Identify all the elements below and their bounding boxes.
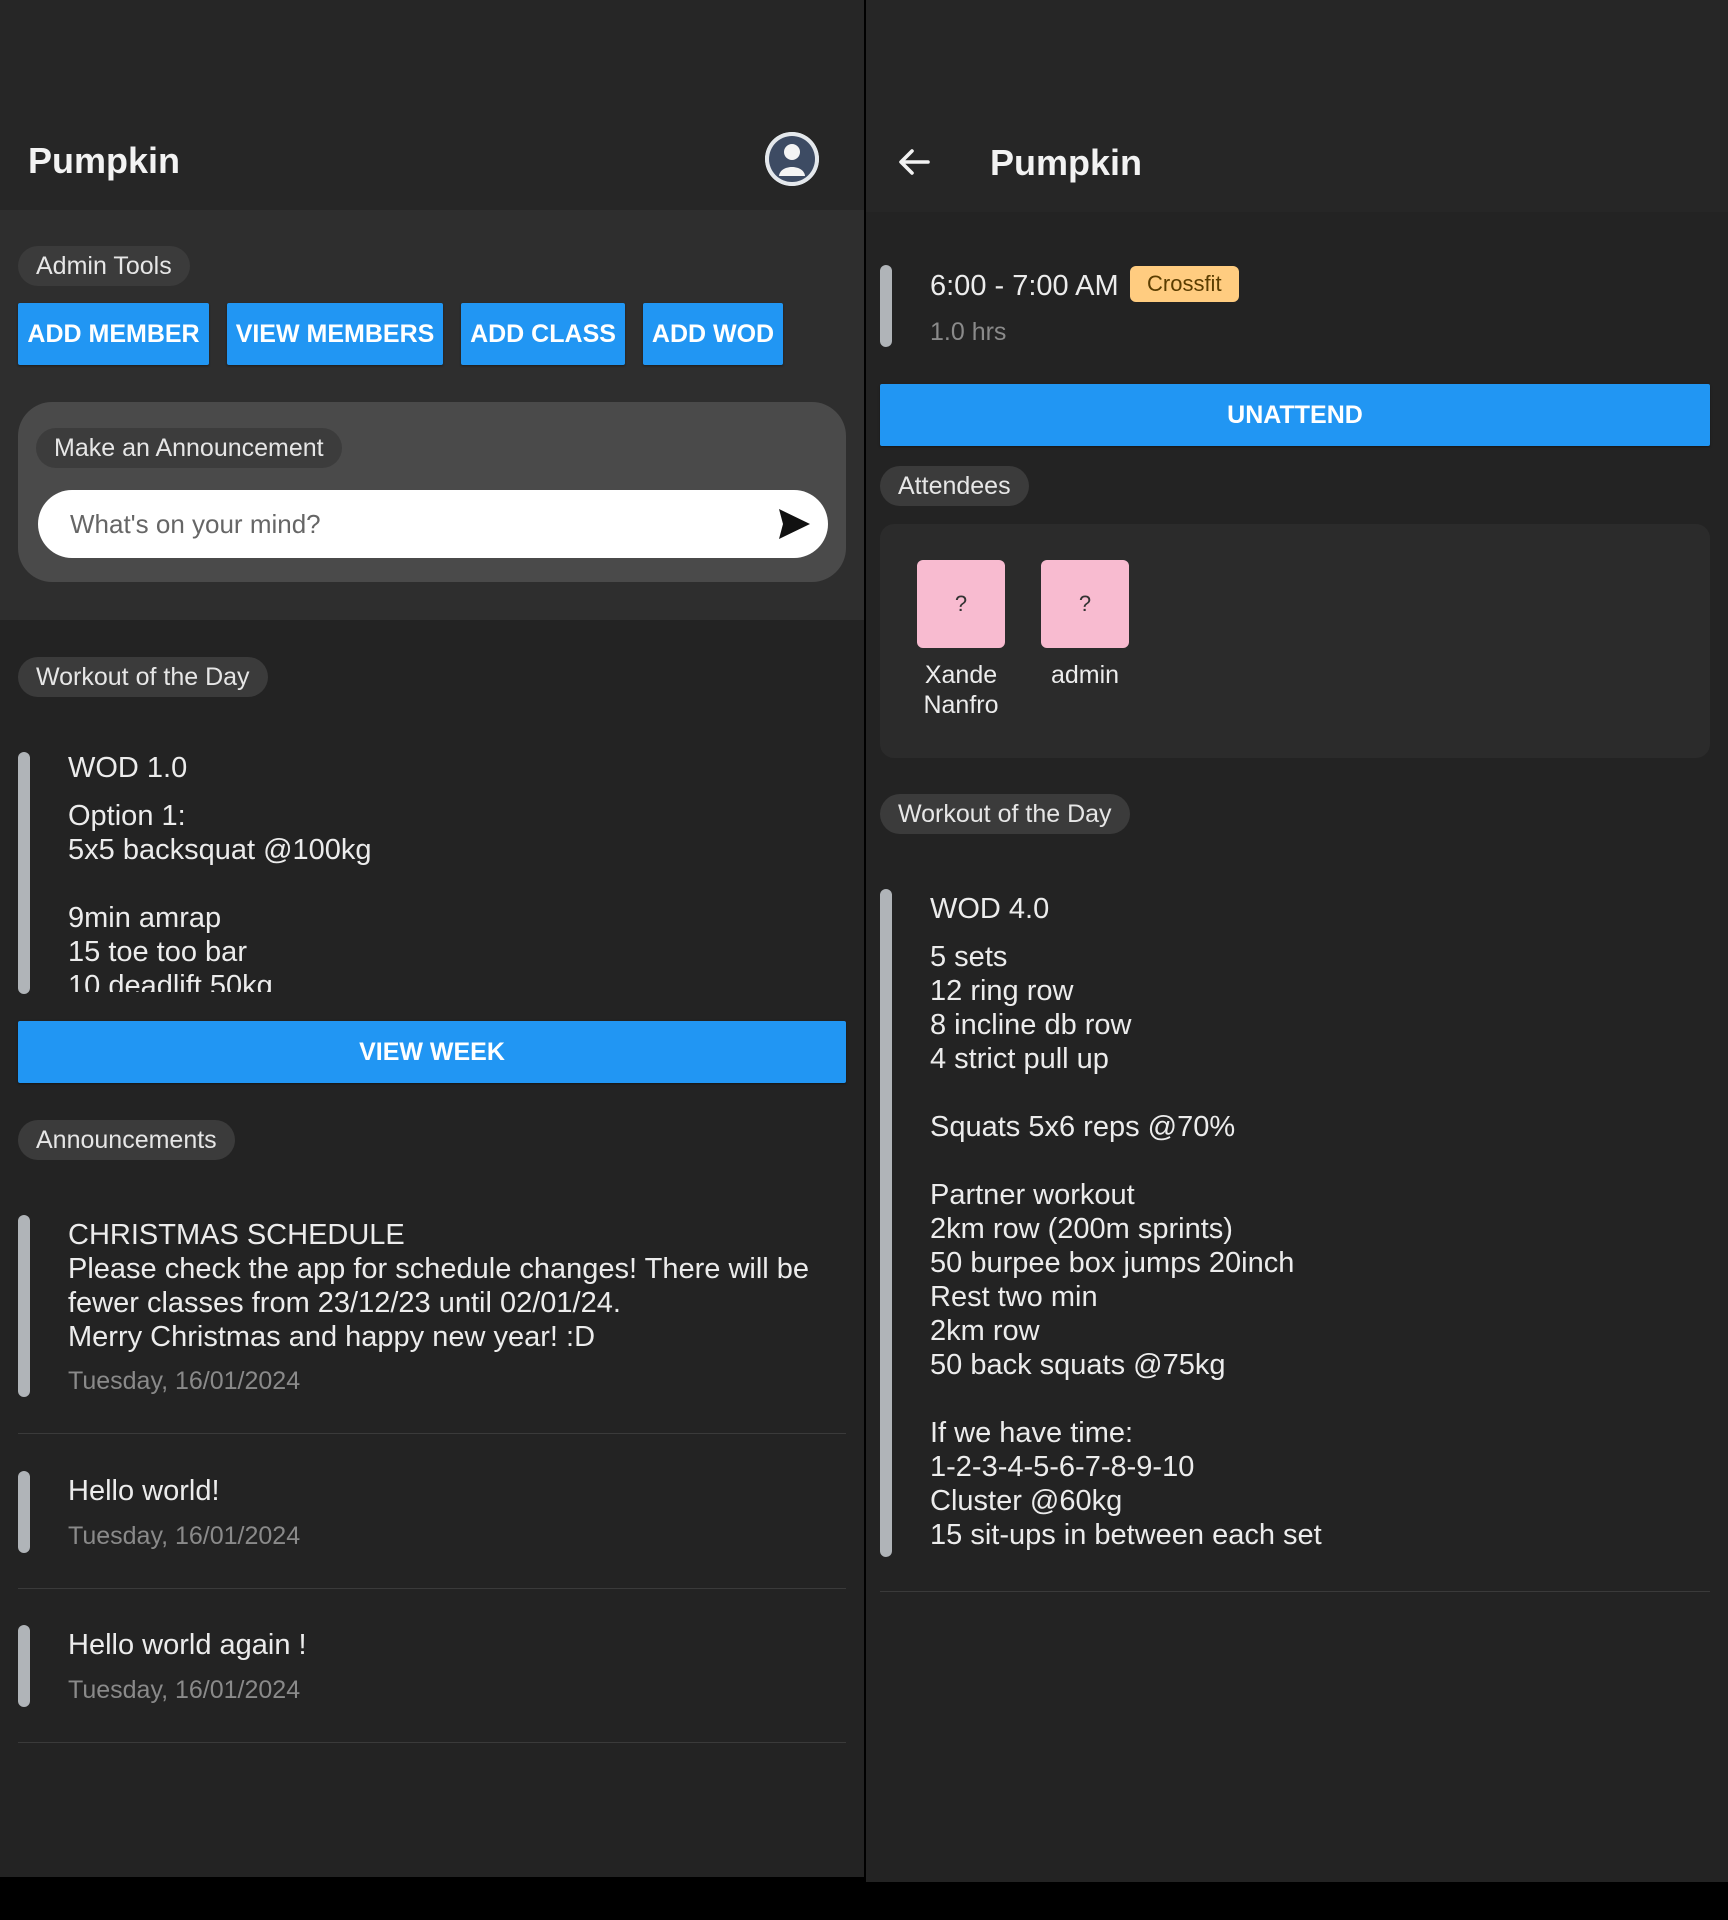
system-nav-bar: [0, 1877, 864, 1920]
announcement-text: Hello world!: [68, 1475, 220, 1507]
announcement-text: CHRISTMAS SCHEDULE Please check the app …: [68, 1219, 810, 1353]
arrow-left-icon[interactable]: [894, 142, 934, 182]
wod-accent-bar: [880, 889, 892, 1557]
announcement-text: Hello world again !: [68, 1629, 307, 1661]
announcement-input-field[interactable]: [38, 490, 828, 558]
app-bar: Pumpkin: [0, 0, 864, 210]
make-announcement-label: Make an Announcement: [36, 428, 342, 468]
app-title: Pumpkin: [990, 142, 1143, 183]
wod-label: Workout of the Day: [18, 657, 268, 697]
add-wod-button[interactable]: ADD WOD: [643, 303, 783, 365]
announcement-form: Make an Announcement: [18, 402, 846, 582]
wod-card: WOD 4.0 5 sets 12 ring row 8 incline db …: [930, 893, 1710, 1552]
announcement-accent-bar: [18, 1471, 30, 1553]
attendee-name: admin: [1050, 661, 1120, 689]
add-class-button[interactable]: ADD CLASS: [461, 303, 625, 365]
system-nav-bar: [866, 1882, 1728, 1920]
divider: [18, 1742, 846, 1743]
announcements-label: Announcements: [18, 1120, 235, 1160]
announcement-date: Tuesday, 16/01/2024: [68, 1367, 301, 1395]
attendee-name: Xande Nanfro: [923, 661, 999, 719]
announcement-accent-bar: [18, 1215, 30, 1397]
admin-tools-label: Admin Tools: [18, 246, 190, 286]
attendee[interactable]: ? Xande Nanfro: [906, 560, 1016, 720]
announcement-date: Tuesday, 16/01/2024: [68, 1676, 301, 1704]
announcement-accent-bar: [18, 1625, 30, 1707]
profile-avatar-icon[interactable]: [765, 132, 819, 186]
home-screen: Pumpkin Admin Tools ADD MEMBER VIEW MEMB…: [0, 0, 864, 1920]
app-title: Pumpkin: [28, 140, 181, 181]
class-type-tag: Crossfit: [1130, 266, 1239, 302]
view-members-button[interactable]: VIEW MEMBERS: [227, 303, 443, 365]
admin-tools-section: Admin Tools ADD MEMBER VIEW MEMBERS ADD …: [0, 210, 864, 620]
unattend-button[interactable]: UNATTEND: [880, 384, 1710, 446]
class-duration: 1.0 hrs: [930, 318, 1007, 346]
wod-body: Option 1: 5x5 backsquat @100kg 9min amra…: [68, 800, 372, 992]
send-icon[interactable]: [776, 506, 812, 542]
attendees-list: ? Xande Nanfro ? admin: [880, 524, 1710, 758]
wod-body: 5 sets 12 ring row 8 incline db row 4 st…: [930, 941, 1322, 1551]
attendees-label: Attendees: [880, 466, 1029, 506]
class-detail-screen: Pumpkin 6:00 - 7:00 AM Crossfit 1.0 hrs …: [866, 0, 1728, 1920]
attendee[interactable]: ? admin: [1030, 560, 1140, 690]
wod-label: Workout of the Day: [880, 794, 1130, 834]
wod-title: WOD 4.0: [930, 893, 1050, 925]
wod-accent-bar: [18, 752, 30, 994]
attendee-avatar: ?: [1041, 560, 1129, 648]
attendee-avatar: ?: [917, 560, 1005, 648]
class-accent-bar: [880, 265, 892, 347]
divider: [880, 1591, 1710, 1592]
class-time: 6:00 - 7:00 AM: [930, 270, 1119, 302]
announcement-input[interactable]: [70, 490, 750, 558]
app-bar: Pumpkin: [866, 0, 1728, 212]
add-member-button[interactable]: ADD MEMBER: [18, 303, 209, 365]
wod-card: WOD 1.0 Option 1: 5x5 backsquat @100kg 9…: [68, 752, 768, 992]
wod-title: WOD 1.0: [68, 752, 188, 784]
view-week-button[interactable]: VIEW WEEK: [18, 1021, 846, 1083]
announcement-date: Tuesday, 16/01/2024: [68, 1522, 301, 1550]
divider: [18, 1588, 846, 1589]
divider: [18, 1433, 846, 1434]
